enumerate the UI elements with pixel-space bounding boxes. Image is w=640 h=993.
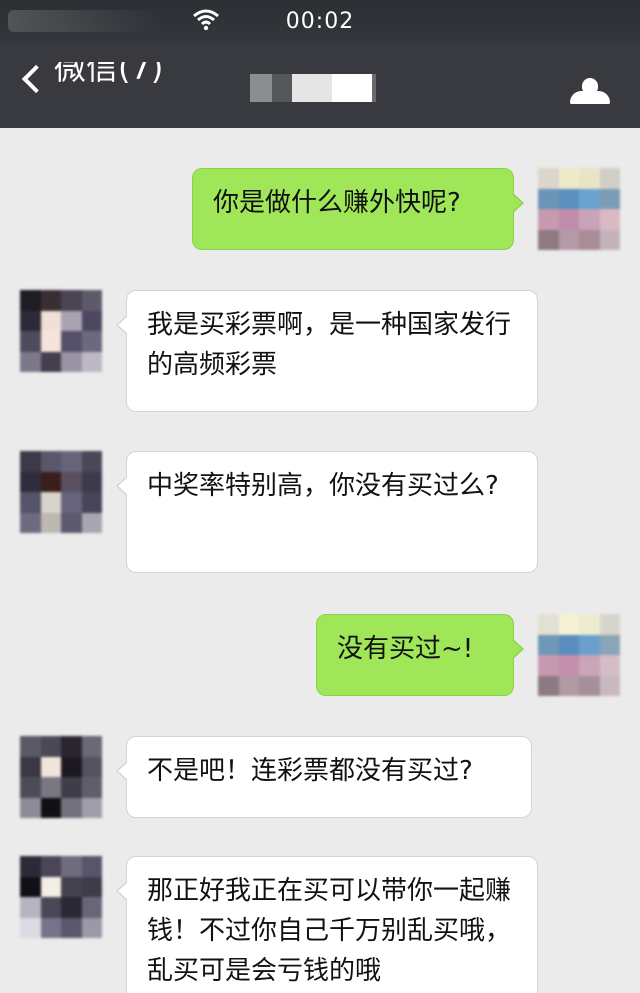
avatar[interactable] bbox=[538, 168, 620, 250]
message-text: 不是吧！连彩票都没有买过? bbox=[147, 756, 473, 786]
status-time: 00:02 bbox=[285, 9, 355, 34]
status-bar: 00:02 bbox=[0, 0, 640, 44]
message-text: 你是做什么赚外快呢? bbox=[213, 188, 461, 218]
chat-title-pixelated bbox=[250, 74, 376, 102]
message-text: 中奖率特别高，你没有买过么? bbox=[147, 471, 499, 501]
message-text: 没有买过~! bbox=[337, 634, 474, 664]
back-button[interactable]: 微信(7) bbox=[18, 62, 163, 102]
person-icon[interactable] bbox=[570, 78, 610, 104]
avatar[interactable] bbox=[20, 451, 102, 533]
message-bubble-outgoing[interactable]: 你是做什么赚外快呢? bbox=[192, 168, 524, 250]
message-bubble-outgoing[interactable]: 没有买过~! bbox=[316, 614, 524, 696]
person-icon-head bbox=[582, 78, 598, 92]
chevron-left-icon bbox=[21, 64, 51, 94]
avatar[interactable] bbox=[20, 856, 102, 938]
message-bubble-incoming[interactable]: 我是买彩票啊，是一种国家发行的高频彩票 bbox=[116, 290, 538, 412]
message-bubble-incoming[interactable]: 不是吧！连彩票都没有买过? bbox=[116, 736, 532, 818]
message-bubble-incoming[interactable]: 中奖率特别高，你没有买过么? bbox=[116, 451, 538, 573]
message-text: 我是买彩票啊，是一种国家发行的高频彩票 bbox=[147, 310, 512, 380]
avatar[interactable] bbox=[20, 736, 102, 818]
message-bubble-incoming[interactable]: 那正好我正在买可以带你一起赚钱！不过你自己千万别乱买哦，乱买可是会亏钱的哦 bbox=[116, 856, 538, 993]
avatar[interactable] bbox=[538, 614, 620, 696]
avatar[interactable] bbox=[20, 290, 102, 372]
back-label: 微信(7) bbox=[54, 62, 164, 87]
message-text: 那正好我正在买可以带你一起赚钱！不过你自己千万别乱买哦，乱买可是会亏钱的哦 bbox=[147, 876, 512, 986]
person-icon-body bbox=[570, 91, 610, 104]
chat-header: 微信(7) bbox=[0, 44, 640, 128]
